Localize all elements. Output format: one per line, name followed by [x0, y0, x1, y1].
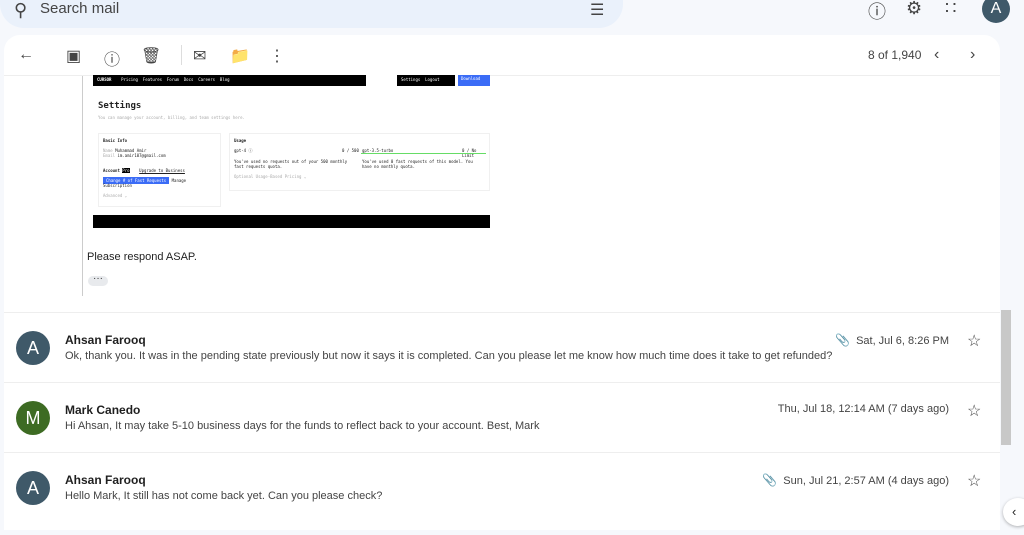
- date: Sun, Jul 21, 2:57 AM (4 days ago): [783, 475, 949, 487]
- email-thread: ← ▣ ⓘ 🗑 ✉ 📁 ⋮ 8 of 1,940 ‹ › CURSOR Pric…: [4, 35, 1000, 530]
- value: 0 / 500: [342, 148, 359, 153]
- basic-info-box: Basic Info Name Muhammad Amir Email im.a…: [98, 133, 221, 207]
- more-icon[interactable]: ⋮: [269, 46, 285, 66]
- search-icon[interactable]: ⚲: [14, 0, 27, 21]
- report-spam-icon[interactable]: ⓘ: [104, 46, 120, 70]
- attachment-icon: 📎: [835, 333, 851, 347]
- label: Basic Info: [103, 138, 128, 143]
- scrollbar[interactable]: [1001, 310, 1011, 445]
- date-wrap: 📎 Sun, Jul 21, 2:57 AM (4 days ago): [762, 473, 949, 487]
- nav-item: Blog: [219, 77, 230, 82]
- usage-box: Usage gpt-4 ⓘ 0 / 500 gpt-3.5-turbo 0 / …: [229, 133, 490, 191]
- snippet: Ok, thank you. It was in the pending sta…: [65, 350, 833, 362]
- message-row[interactable]: M Mark Canedo Hi Ahsan, It may take 5-10…: [4, 382, 1000, 452]
- newer-icon[interactable]: ‹: [934, 46, 939, 64]
- embedded-footer: [93, 215, 490, 228]
- logo: CURSOR: [97, 77, 112, 82]
- nav-item: Careers: [198, 77, 216, 82]
- date: Thu, Jul 18, 12:14 AM (7 days ago): [777, 403, 949, 415]
- badge: Pro: [122, 168, 130, 173]
- label: Upgrade to Business: [139, 168, 185, 173]
- star-icon[interactable]: ☆: [967, 401, 981, 421]
- text: You've used no requests out of your 500 …: [234, 159, 348, 169]
- side-panel-toggle[interactable]: ‹: [1003, 498, 1024, 526]
- embedded-nav-right: Settings Logout: [397, 75, 455, 86]
- date-wrap: 📎 Sat, Jul 6, 8:26 PM: [835, 333, 949, 347]
- message-row[interactable]: A Ahsan Farooq Hello Mark, It still has …: [4, 452, 1000, 522]
- label: Usage: [234, 138, 247, 143]
- avatar: A: [16, 331, 50, 365]
- delete-icon[interactable]: 🗑: [141, 46, 161, 66]
- sender-name: Ahsan Farooq: [65, 473, 146, 487]
- attachment-icon: 📎: [762, 473, 778, 487]
- search-input[interactable]: Search mail: [40, 0, 119, 17]
- apps-icon[interactable]: ∷: [945, 0, 956, 19]
- nav-item: Settings: [401, 77, 421, 82]
- archive-icon[interactable]: ▣: [66, 46, 81, 66]
- toolbar: ← ▣ ⓘ 🗑 ✉ 📁 ⋮ 8 of 1,940 ‹ ›: [4, 35, 1000, 76]
- embedded-nav: CURSOR Pricing Features Forum Docs Caree…: [93, 75, 366, 86]
- search-options-icon[interactable]: ☰: [590, 0, 604, 20]
- embedded-subtitle: You can manage your account, billing, an…: [98, 115, 245, 120]
- sender-name: Mark Canedo: [65, 403, 141, 417]
- embedded-title: Settings: [98, 101, 142, 111]
- nav-item: Pricing: [121, 77, 138, 82]
- avatar: A: [16, 471, 50, 505]
- older-icon[interactable]: ›: [970, 46, 975, 64]
- text: You've used 0 fast requests of this mode…: [362, 159, 473, 169]
- quote-line: [82, 76, 83, 296]
- embedded-screenshot: CURSOR Pricing Features Forum Docs Caree…: [93, 75, 490, 228]
- star-icon[interactable]: ☆: [967, 471, 981, 491]
- download-label: Download: [458, 75, 490, 86]
- nav-item: Forum: [166, 77, 179, 82]
- value: im.amir107@gmail.com: [117, 153, 166, 158]
- nav-item: Features: [142, 77, 163, 82]
- nav-item: Docs: [183, 77, 194, 82]
- search-bar[interactable]: ⚲ Search mail ☰: [0, 0, 623, 28]
- nav-item: Logout: [425, 77, 440, 82]
- snippet: Hello Mark, It still has not come back y…: [65, 490, 383, 502]
- move-to-icon[interactable]: 📁: [230, 46, 250, 66]
- label: Account: [103, 168, 120, 173]
- divider: [181, 45, 182, 65]
- message-count: 8 of 1,940: [868, 48, 922, 62]
- snippet: Hi Ahsan, It may take 5-10 business days…: [65, 420, 540, 432]
- account-avatar[interactable]: A: [982, 0, 1010, 23]
- label: gpt-4 ⓘ: [234, 148, 253, 153]
- text: Optional Usage-Based Pricing ⌄: [234, 174, 307, 179]
- back-icon[interactable]: ←: [18, 46, 34, 64]
- sender-name: Ahsan Farooq: [65, 333, 146, 347]
- date: Sat, Jul 6, 8:26 PM: [856, 335, 949, 347]
- help-icon[interactable]: ⓘ: [868, 0, 886, 24]
- label: Email: [103, 153, 116, 158]
- avatar: M: [16, 401, 50, 435]
- show-trimmed-button[interactable]: ···: [88, 274, 108, 286]
- gear-icon[interactable]: ⚙: [906, 0, 922, 19]
- label: Advanced ⌄: [103, 193, 128, 198]
- message-body: Please respond ASAP.: [87, 251, 197, 263]
- star-icon[interactable]: ☆: [967, 331, 981, 351]
- mark-unread-icon[interactable]: ✉: [193, 46, 206, 66]
- message-row[interactable]: A Ahsan Farooq Ok, thank you. It was in …: [4, 312, 1000, 382]
- usage-bar: [361, 153, 486, 154]
